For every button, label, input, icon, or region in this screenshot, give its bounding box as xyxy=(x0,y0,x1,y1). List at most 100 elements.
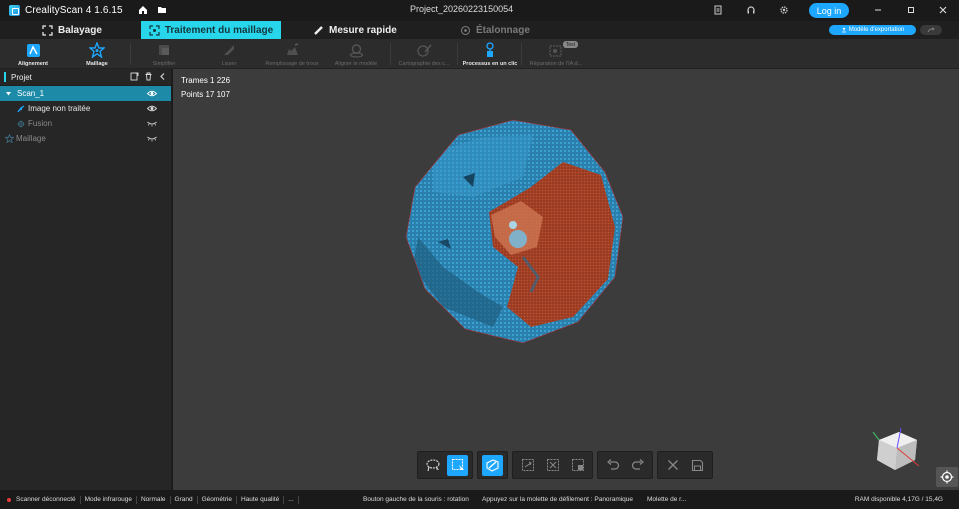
status-quality: Normale xyxy=(137,495,171,504)
share-button[interactable] xyxy=(920,25,942,35)
scan-frame-icon xyxy=(42,24,53,36)
invert-selection-button[interactable] xyxy=(517,455,538,476)
hint-rotate: Bouton gauche de la souris : rotation xyxy=(363,496,469,503)
lasso-icon xyxy=(425,459,440,472)
tool-label: Alignement xyxy=(18,61,48,67)
mesh-tool-button[interactable]: Maillage xyxy=(82,39,112,69)
smooth-tool-button[interactable]: Lisser xyxy=(212,39,246,69)
caret-down-icon[interactable] xyxy=(5,90,12,97)
clear-selection-icon xyxy=(546,459,559,471)
through-select-button[interactable] xyxy=(482,454,503,476)
viewport-bottom-toolbar xyxy=(417,451,713,479)
invert-selection-icon xyxy=(521,459,534,471)
folder-icon[interactable] xyxy=(156,4,168,16)
undo-button[interactable] xyxy=(602,455,623,476)
status-bar: Scanner déconnecté Mode infrarouge Norma… xyxy=(0,490,959,509)
tree-item-scan[interactable]: Scan_1 xyxy=(0,86,171,101)
lasso-select-button[interactable] xyxy=(422,455,443,476)
tree-item-mesh[interactable]: Maillage xyxy=(0,131,171,146)
simplify-tool-button[interactable]: Simplifier xyxy=(145,39,183,69)
texture-mapping-tool-button[interactable]: Cartographie des c... xyxy=(396,39,452,69)
one-click-process-button[interactable]: Processus en un clic xyxy=(463,39,517,69)
document-icon[interactable] xyxy=(712,4,724,16)
cube-select-icon xyxy=(486,459,499,472)
save-edit-button[interactable] xyxy=(687,455,708,476)
eye-closed-icon[interactable] xyxy=(147,119,157,128)
tab-label: Traitement du maillage xyxy=(164,24,274,36)
export-icon xyxy=(841,27,846,33)
scanned-mesh-model[interactable] xyxy=(403,117,625,345)
simplify-icon xyxy=(156,42,172,58)
tree-item-fusion[interactable]: Fusion xyxy=(0,116,171,131)
hole-filling-tool-button[interactable]: Remplissage de trous xyxy=(262,39,322,69)
app-title: CrealityScan 4 1.6.15 xyxy=(25,5,123,16)
view-group xyxy=(477,451,508,479)
main-tab-bar: Balayage Traitement du maillage Mesure r… xyxy=(0,21,959,39)
sidebar-title: Projet xyxy=(11,72,32,82)
share-icon xyxy=(927,27,935,33)
tool-label: Réparation de l'IA d... xyxy=(529,61,583,67)
eye-closed-icon[interactable] xyxy=(147,134,157,143)
status-feature: Géométrie xyxy=(198,495,237,504)
eye-icon[interactable] xyxy=(147,89,157,98)
tree-item-label: Maillage xyxy=(16,134,46,143)
eye-icon[interactable] xyxy=(147,104,157,113)
tree-item-raw-image[interactable]: Image non traitée xyxy=(0,101,171,116)
close-icon xyxy=(667,460,678,470)
align-model-icon xyxy=(348,42,364,58)
status-more: ... xyxy=(284,495,299,504)
close-icon[interactable] xyxy=(937,4,949,16)
login-button[interactable]: Log in xyxy=(809,3,849,18)
points-count: Points 17 107 xyxy=(181,90,230,99)
fusion-icon xyxy=(17,120,25,127)
new-item-icon[interactable] xyxy=(130,72,139,81)
tab-traitement-du-maillage[interactable]: Traitement du maillage xyxy=(141,21,281,39)
target-icon xyxy=(460,25,471,35)
history-group xyxy=(597,451,653,479)
tab-label: Balayage xyxy=(58,24,102,36)
clear-selection-button[interactable] xyxy=(542,455,563,476)
export-model-button[interactable]: Modèle d'exportation xyxy=(829,25,916,35)
3d-viewport[interactable]: Trames 1 226 Points 17 107 xyxy=(173,69,959,490)
redo-button[interactable] xyxy=(627,455,648,476)
home-icon[interactable] xyxy=(137,4,149,16)
toolbar-divider xyxy=(390,43,391,65)
tab-label: Mesure rapide xyxy=(329,24,397,36)
align-model-tool-button[interactable]: Aligner le modèle xyxy=(333,39,379,69)
undo-icon xyxy=(606,459,619,470)
title-bar: CrealityScan 4 1.6.15 Project_2026022315… xyxy=(0,0,959,21)
headset-icon[interactable] xyxy=(745,4,757,16)
rect-select-icon xyxy=(451,458,464,471)
recenter-view-button[interactable] xyxy=(936,467,958,487)
ai-repair-icon xyxy=(548,42,564,58)
rect-select-button[interactable] xyxy=(447,454,468,476)
minimize-icon[interactable] xyxy=(872,4,884,16)
smooth-icon xyxy=(221,42,237,58)
tool-label: Maillage xyxy=(86,61,108,67)
mesh-process-icon xyxy=(149,24,160,36)
scanner-status-dot xyxy=(7,497,11,502)
trash-icon[interactable] xyxy=(144,72,153,81)
export-label: Modèle d'exportation xyxy=(848,27,905,33)
hint-zoom: Molette de r... xyxy=(647,496,687,503)
tab-etalonnage[interactable]: Étalonnage xyxy=(460,21,530,39)
redo-icon xyxy=(631,459,644,470)
mesh-star-icon xyxy=(89,42,105,58)
navigation-cube[interactable] xyxy=(871,426,921,474)
toolbar-divider xyxy=(521,43,522,65)
delete-selection-button[interactable] xyxy=(567,455,588,476)
tab-balayage[interactable]: Balayage xyxy=(42,21,102,39)
tree-item-label: Scan_1 xyxy=(17,89,45,98)
collapse-panel-icon[interactable] xyxy=(158,72,167,81)
toolbar-divider xyxy=(130,43,131,65)
tool-label: Processus en un clic xyxy=(462,61,518,67)
maximize-icon[interactable] xyxy=(905,4,917,16)
crosshair-icon xyxy=(940,470,954,484)
alignment-tool-button[interactable]: Alignement xyxy=(18,39,48,69)
selection-group xyxy=(417,451,473,479)
cancel-edit-button[interactable] xyxy=(662,455,683,476)
project-title: Project_20260223150054 xyxy=(410,4,514,14)
gear-icon[interactable] xyxy=(778,4,790,16)
tab-mesure-rapide[interactable]: Mesure rapide xyxy=(313,21,397,39)
tab-label: Étalonnage xyxy=(476,24,530,36)
